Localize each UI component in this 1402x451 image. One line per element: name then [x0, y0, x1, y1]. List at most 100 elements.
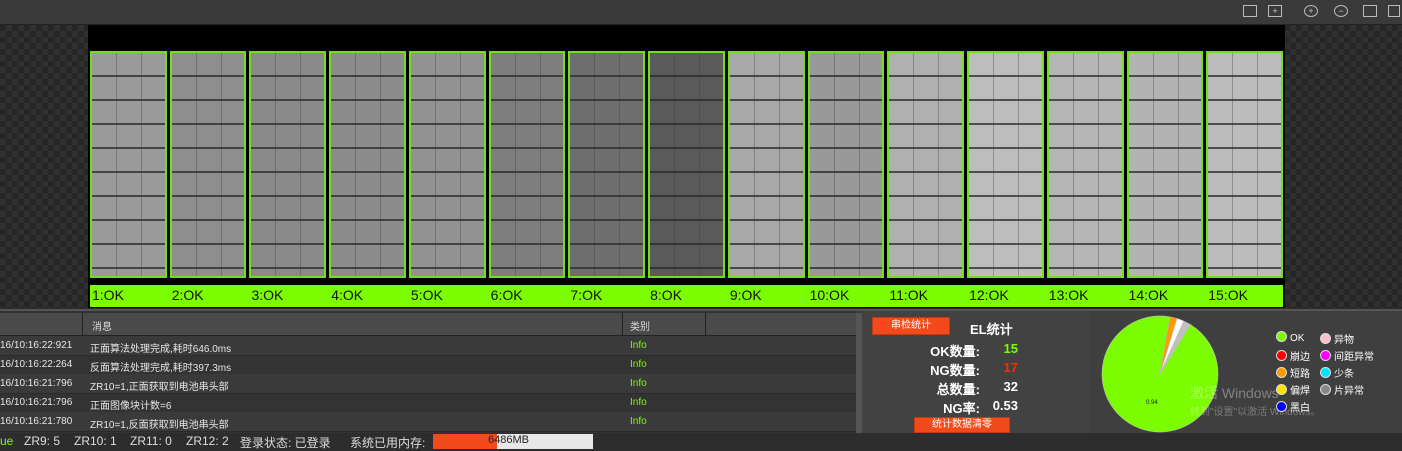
- ng-count-row: NG数量: 17: [862, 360, 1090, 378]
- table-row[interactable]: 16/10:16:21:780 ZR10=1,反面获取到电池串头部 Info: [0, 412, 856, 432]
- log-time: 16/10:16:21:796: [0, 378, 73, 389]
- log-time: 16/10:16:21:780: [0, 416, 73, 427]
- solar-cell-image[interactable]: [169, 51, 247, 278]
- clear-stats-button[interactable]: 统计数据清零: [914, 417, 1010, 433]
- watermark-line-1: 激活 Windows: [1190, 385, 1279, 401]
- log-table-header: 消息 类别: [0, 313, 856, 336]
- legend-item: 崩边: [1276, 348, 1310, 363]
- solar-cell-image[interactable]: [568, 51, 646, 278]
- el-image-viewer[interactable]: 1:OK 2:OK 3:OK 4:OK 5:OK 6:OK 7:OK 8:OK 9:OK 10:O…: [0, 25, 1402, 308]
- cell-result-bar: 1:OK 2:OK 3:OK 4:OK 5:OK 6:OK 7:OK 8:OK 9:OK 10:O…: [90, 285, 1283, 307]
- column-separator: [705, 313, 706, 335]
- legend-item: 少条: [1320, 365, 1354, 380]
- column-header-level[interactable]: 类别: [630, 318, 650, 333]
- cell-result-label: 11:OK: [889, 287, 928, 303]
- zoom-out-icon[interactable]: −: [1334, 5, 1348, 17]
- solar-cell-image[interactable]: [648, 51, 725, 278]
- solar-cell-image[interactable]: [807, 51, 885, 278]
- solar-cell-image[interactable]: [329, 51, 406, 278]
- solar-cell-image[interactable]: [1046, 51, 1124, 278]
- legend-item: 黑白: [1276, 399, 1310, 414]
- cell-result-label: 14:OK: [1128, 287, 1169, 303]
- legend-label: 间距异常: [1334, 352, 1374, 363]
- legend-swatch: [1276, 384, 1287, 395]
- total-count-row: 总数量: 32: [862, 379, 1090, 397]
- login-status: 登录状态: 已登录: [240, 436, 331, 450]
- legend-swatch: [1320, 384, 1331, 395]
- log-message: 正面算法处理完成,耗时646.0ms: [90, 344, 232, 355]
- solar-cell-image[interactable]: [1126, 51, 1204, 278]
- cell-result-label: 8:OK: [650, 287, 683, 303]
- cell-grid: [90, 51, 1283, 303]
- table-row[interactable]: 16/10:16:22:264 反面算法处理完成,耗时397.3ms Info: [0, 355, 856, 375]
- legend-swatch: [1276, 401, 1287, 412]
- log-time: 16/10:16:22:264: [0, 359, 73, 370]
- ok-count-label: OK数量:: [930, 344, 980, 359]
- legend-item: OK: [1276, 331, 1304, 344]
- status-zr12: ZR12: 2: [186, 434, 229, 448]
- status-zr10: ZR10: 1: [74, 434, 117, 448]
- legend-item: 片异常: [1320, 382, 1364, 397]
- legend-label: 偏焊: [1290, 386, 1310, 397]
- solar-cell-image[interactable]: [408, 51, 486, 278]
- solar-cell-image[interactable]: [1206, 51, 1283, 278]
- zoom-in-icon[interactable]: +: [1304, 5, 1318, 17]
- legend-swatch: [1320, 333, 1331, 344]
- log-level: Info: [630, 416, 647, 427]
- ng-count-value: 17: [1003, 360, 1018, 375]
- legend-swatch: [1276, 350, 1287, 361]
- fullscreen-icon[interactable]: [1363, 5, 1377, 17]
- status-zr9: ZR9: 5: [24, 434, 61, 448]
- total-count-label: 总数量:: [936, 382, 980, 397]
- legend-label: 片异常: [1334, 386, 1364, 397]
- cell-result-label: 10:OK: [809, 287, 850, 303]
- ng-rate-row: NG率: 0.53: [862, 398, 1090, 416]
- table-row[interactable]: 16/10:16:21:796 ZR10=1,正面获取到电池串头部 Info: [0, 374, 856, 394]
- solar-cell-image[interactable]: [727, 51, 805, 278]
- ok-count-value: 15: [1003, 341, 1018, 356]
- ok-count-row: OK数量: 15: [862, 341, 1090, 359]
- column-separator: [82, 313, 83, 335]
- el-image: 1:OK 2:OK 3:OK 4:OK 5:OK 6:OK 7:OK 8:OK 9:OK 10:O…: [88, 25, 1285, 308]
- fit-icon[interactable]: [1243, 5, 1257, 17]
- cell-result-label: 7:OK: [570, 287, 603, 303]
- string-stats-button[interactable]: 串检统计: [872, 317, 950, 335]
- solar-cell-image[interactable]: [967, 51, 1044, 278]
- defect-pie-panel: 0.94 激活 Windows 转到"设置"以激活 Windows。 OK 异物崩…: [1090, 311, 1402, 435]
- solar-cell-image[interactable]: [90, 51, 167, 278]
- column-header-message[interactable]: 消息: [92, 318, 112, 333]
- solar-cell-image[interactable]: [488, 51, 566, 278]
- table-row[interactable]: 16/10:16:22:921 正面算法处理完成,耗时646.0ms Info: [0, 336, 856, 356]
- legend-swatch: [1276, 367, 1287, 378]
- status-bar: ue ZR9: 5 ZR10: 1 ZR11: 0 ZR12: 2 登录状态: …: [0, 433, 1402, 450]
- legend-swatch: [1320, 367, 1331, 378]
- legend-swatch: [1320, 350, 1331, 361]
- solar-cell-image[interactable]: [887, 51, 965, 278]
- cell-result-label: 6:OK: [490, 287, 523, 303]
- memory-bar: 6486MB: [433, 434, 593, 449]
- legend-item: 偏焊: [1276, 382, 1310, 397]
- memory-label: 系统已用内存:: [350, 436, 426, 450]
- ng-count-label: NG数量:: [930, 363, 980, 378]
- log-table: 消息 类别 16/10:16:22:921 正面算法处理完成,耗时646.0ms…: [0, 311, 856, 435]
- restore-icon[interactable]: [1388, 5, 1400, 17]
- legend-label: 少条: [1334, 369, 1354, 380]
- log-message: ZR10=1,反面获取到电池串头部: [90, 420, 229, 431]
- solar-cell-image[interactable]: [249, 51, 327, 278]
- legend-label: 异物: [1334, 335, 1354, 346]
- pie-center-label: 0.94: [1146, 400, 1158, 406]
- ng-rate-value: 0.53: [992, 398, 1018, 413]
- table-row[interactable]: 16/10:16:21:796 正面图像块计数=6 Info: [0, 393, 856, 413]
- ng-rate-label: NG率:: [943, 401, 980, 416]
- total-count-value: 32: [1003, 379, 1018, 394]
- bottom-panel: 消息 类别 16/10:16:22:921 正面算法处理完成,耗时646.0ms…: [0, 309, 1402, 435]
- crosshair-icon[interactable]: +: [1268, 5, 1282, 17]
- legend-label: 崩边: [1290, 352, 1310, 363]
- log-message: 反面算法处理完成,耗时397.3ms: [90, 363, 232, 374]
- log-level: Info: [630, 340, 647, 351]
- legend-swatch: [1276, 331, 1287, 342]
- legend-label: OK: [1290, 333, 1305, 344]
- legend-label: 短路: [1290, 369, 1310, 380]
- cell-result-label: 9:OK: [729, 287, 762, 303]
- column-separator: [622, 313, 623, 335]
